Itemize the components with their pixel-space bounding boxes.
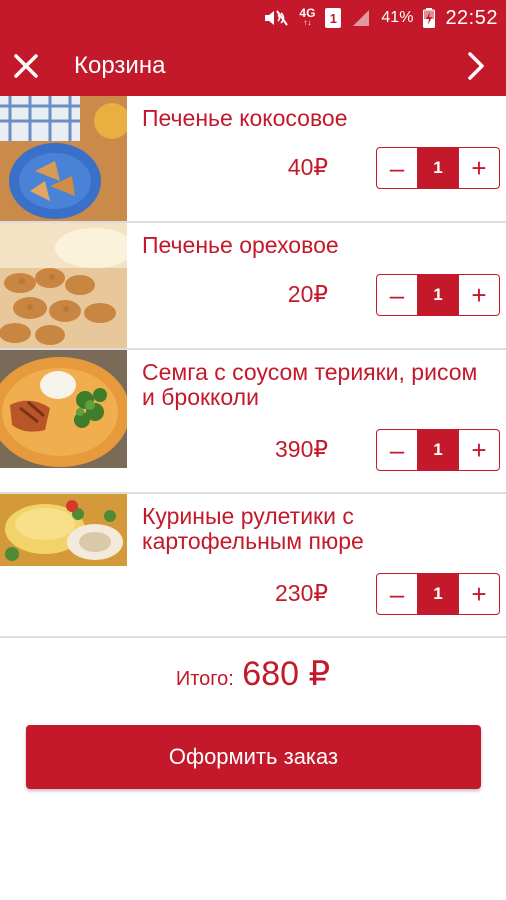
page-title: Корзина [74, 52, 166, 79]
close-button[interactable] [0, 36, 56, 96]
nut-cookies-photo [0, 223, 127, 348]
clock: 22:52 [445, 6, 498, 29]
total-amount: 680 ₽ [242, 655, 331, 693]
item-price: 40₽ [287, 154, 328, 180]
increase-button[interactable]: + [459, 574, 499, 614]
quantity-value: 1 [417, 275, 459, 315]
chicken-rolls-photo [0, 494, 127, 566]
quantity-stepper: – 1 + [376, 429, 500, 471]
mute-icon [263, 8, 289, 28]
cart-item: Семга с соусом терияки, рисом и брокколи… [0, 350, 506, 494]
battery-percent: 41% [381, 9, 414, 26]
battery-charging-icon [423, 8, 436, 28]
network-indicator: 4G ↑↓ [299, 6, 316, 27]
sim-icon: 1 [325, 8, 342, 28]
decrease-button[interactable]: – [377, 148, 417, 188]
total-label: Итого: [175, 668, 234, 690]
increase-button[interactable]: + [459, 430, 499, 470]
decrease-button[interactable]: – [377, 275, 417, 315]
cart-item: Печенье кокосовое 40₽ – 1 + [0, 96, 506, 223]
cart-item: Печенье ореховое 20₽ – 1 + [0, 223, 506, 350]
coconut-cookies-photo [0, 96, 127, 221]
cart-total: Итого: 680 ₽ [0, 654, 506, 694]
item-name: Печенье кокосовое [142, 105, 348, 131]
quantity-stepper: – 1 + [376, 147, 500, 189]
quantity-value: 1 [417, 148, 459, 188]
decrease-button[interactable]: – [377, 430, 417, 470]
item-name: Куриные рулетики с картофельным пюре [142, 503, 364, 554]
quantity-value: 1 [417, 430, 459, 470]
decrease-button[interactable]: – [377, 574, 417, 614]
checkout-button[interactable]: Оформить заказ [26, 725, 481, 789]
next-button[interactable] [446, 36, 506, 96]
cart-list: Печенье кокосовое 40₽ – 1 + Печенье орех… [0, 96, 506, 638]
cart-item: Куриные рулетики с картофельным пюре 230… [0, 494, 506, 638]
quantity-value: 1 [417, 574, 459, 614]
quantity-stepper: – 1 + [376, 274, 500, 316]
increase-button[interactable]: + [459, 275, 499, 315]
quantity-stepper: – 1 + [376, 573, 500, 615]
salmon-teriyaki-photo [0, 350, 127, 468]
app-bar: Корзина [0, 36, 506, 96]
close-icon [14, 54, 38, 78]
chevron-right-icon [468, 52, 484, 80]
item-price: 390₽ [274, 436, 328, 462]
item-name: Печенье ореховое [142, 232, 339, 258]
item-name: Семга с соусом терияки, рисом и брокколи [142, 359, 478, 410]
increase-button[interactable]: + [459, 148, 499, 188]
signal-icon [351, 8, 371, 28]
status-bar: 4G ↑↓ 1 41% 22:52 [0, 0, 506, 36]
item-price: 20₽ [287, 281, 328, 307]
item-price: 230₽ [274, 580, 328, 606]
